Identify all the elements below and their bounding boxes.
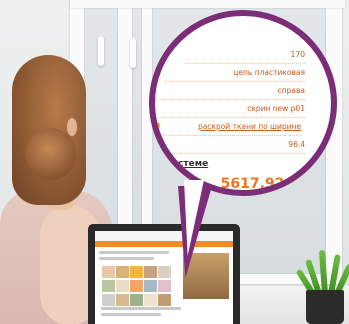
plant-pot <box>306 290 344 324</box>
laptop-fabric-swatch <box>143 293 158 307</box>
person-hair-bun <box>26 128 76 180</box>
callout-content: 170 цепь пластиковая справа скрин new p0… <box>155 16 331 190</box>
spec-height-value: 170 <box>185 46 305 64</box>
laptop <box>88 224 240 324</box>
laptop-fabric-swatch <box>143 279 158 293</box>
laptop-fabric-swatch <box>115 279 130 293</box>
laptop-fabric-swatch <box>115 265 130 279</box>
callout-magnifier: 170 цепь пластиковая справа скрин new p0… <box>149 10 337 196</box>
laptop-fabric-swatch <box>101 279 116 293</box>
spec-control-type: цепь пластиковая <box>165 64 305 82</box>
photo-scene: 170 цепь пластиковая справа скрин new p0… <box>0 0 349 324</box>
laptop-fabric-swatch <box>129 265 144 279</box>
laptop-fabric-swatch <box>157 265 172 279</box>
window-frame-top <box>70 0 345 8</box>
person-ear <box>67 118 77 136</box>
spec-control-side: справа <box>155 82 305 100</box>
laptop-site-nav-bar <box>95 241 233 247</box>
laptop-site-text-line <box>101 307 181 310</box>
laptop-site-text-line <box>99 257 154 260</box>
laptop-fabric-swatch <box>129 293 144 307</box>
spec-cutting-link[interactable]: раскрой ткани по ширине <box>155 118 301 136</box>
laptop-fabric-swatch <box>129 279 144 293</box>
laptop-site-text-line <box>99 251 169 254</box>
laptop-site-text-line <box>101 313 161 316</box>
spec-fabric: скрин new p01 <box>155 100 305 118</box>
total-price: 5617,92 ₽ <box>220 176 299 192</box>
laptop-fabric-swatch <box>115 293 130 307</box>
laptop-fabric-swatch <box>101 293 116 307</box>
window-handle-right <box>130 38 136 68</box>
spec-width-value: 96.4 <box>155 136 305 154</box>
system-section-label: й системе <box>157 159 209 169</box>
laptop-screen <box>95 231 233 324</box>
laptop-fabric-swatch <box>157 279 172 293</box>
laptop-fabric-swatch <box>101 265 116 279</box>
laptop-fabric-swatch <box>157 293 172 307</box>
laptop-fabric-swatch <box>143 265 158 279</box>
window-handle-left <box>98 36 104 66</box>
